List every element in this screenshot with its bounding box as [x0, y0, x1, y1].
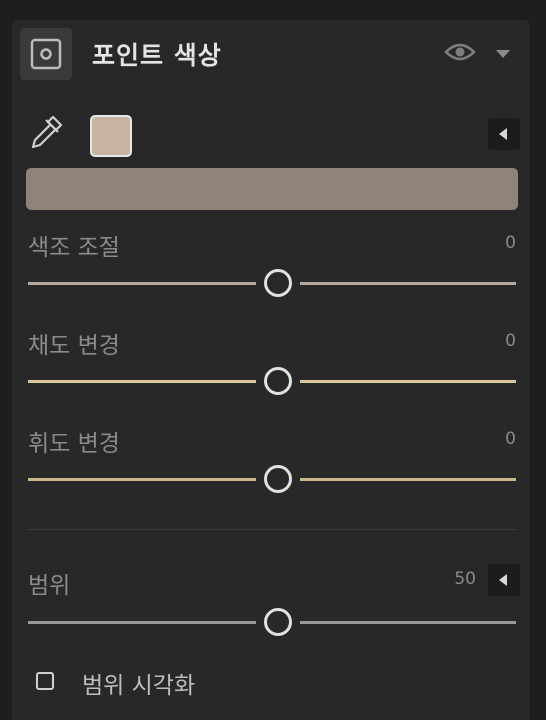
- luminance-shift-value[interactable]: 0: [452, 429, 516, 449]
- point-color-icon: [20, 28, 72, 80]
- luminance-shift-slider-thumb[interactable]: [264, 465, 292, 493]
- range-collapse-button[interactable]: [488, 564, 520, 596]
- triangle-left-icon: [499, 574, 507, 586]
- eye-icon[interactable]: [444, 40, 476, 68]
- range-value[interactable]: 50: [412, 569, 476, 589]
- hue-shift-track-right[interactable]: [300, 282, 516, 285]
- color-swatch[interactable]: [90, 115, 132, 157]
- saturation-shift-track-right[interactable]: [300, 380, 516, 383]
- panel-header[interactable]: 포인트 색상: [12, 20, 530, 86]
- visualize-range-label: 범위 시각화: [82, 673, 196, 699]
- saturation-shift-slider-thumb[interactable]: [264, 367, 292, 395]
- luminance-shift-track-right[interactable]: [300, 478, 516, 481]
- section-divider: [28, 529, 516, 530]
- hue-shift-label: 색조 조절: [28, 235, 120, 261]
- hue-shift-value[interactable]: 0: [452, 233, 516, 253]
- triangle-left-icon: [499, 128, 507, 140]
- luminance-shift-track-left[interactable]: [28, 478, 256, 481]
- chevron-down-icon[interactable]: [496, 50, 510, 58]
- point-color-panel: 포인트 색상 색조 조절 0 채도 변경 0 휘도 변경 0 범위 50 범위 …: [12, 20, 530, 720]
- saturation-shift-label: 채도 변경: [28, 333, 120, 359]
- selected-color-bar[interactable]: [26, 168, 518, 210]
- range-track-left[interactable]: [28, 621, 256, 624]
- saturation-shift-track-left[interactable]: [28, 380, 256, 383]
- luminance-shift-label: 휘도 변경: [28, 431, 120, 457]
- range-label: 범위: [28, 573, 71, 599]
- hue-shift-track-left[interactable]: [28, 282, 256, 285]
- saturation-shift-value[interactable]: 0: [452, 331, 516, 351]
- hue-shift-slider-thumb[interactable]: [264, 269, 292, 297]
- range-track-right[interactable]: [300, 621, 516, 624]
- collapse-button[interactable]: [488, 118, 520, 150]
- range-slider-thumb[interactable]: [264, 608, 292, 636]
- eyedropper-icon[interactable]: [28, 114, 64, 156]
- visualize-range-checkbox[interactable]: [36, 672, 54, 690]
- panel-title: 포인트 색상: [92, 41, 222, 70]
